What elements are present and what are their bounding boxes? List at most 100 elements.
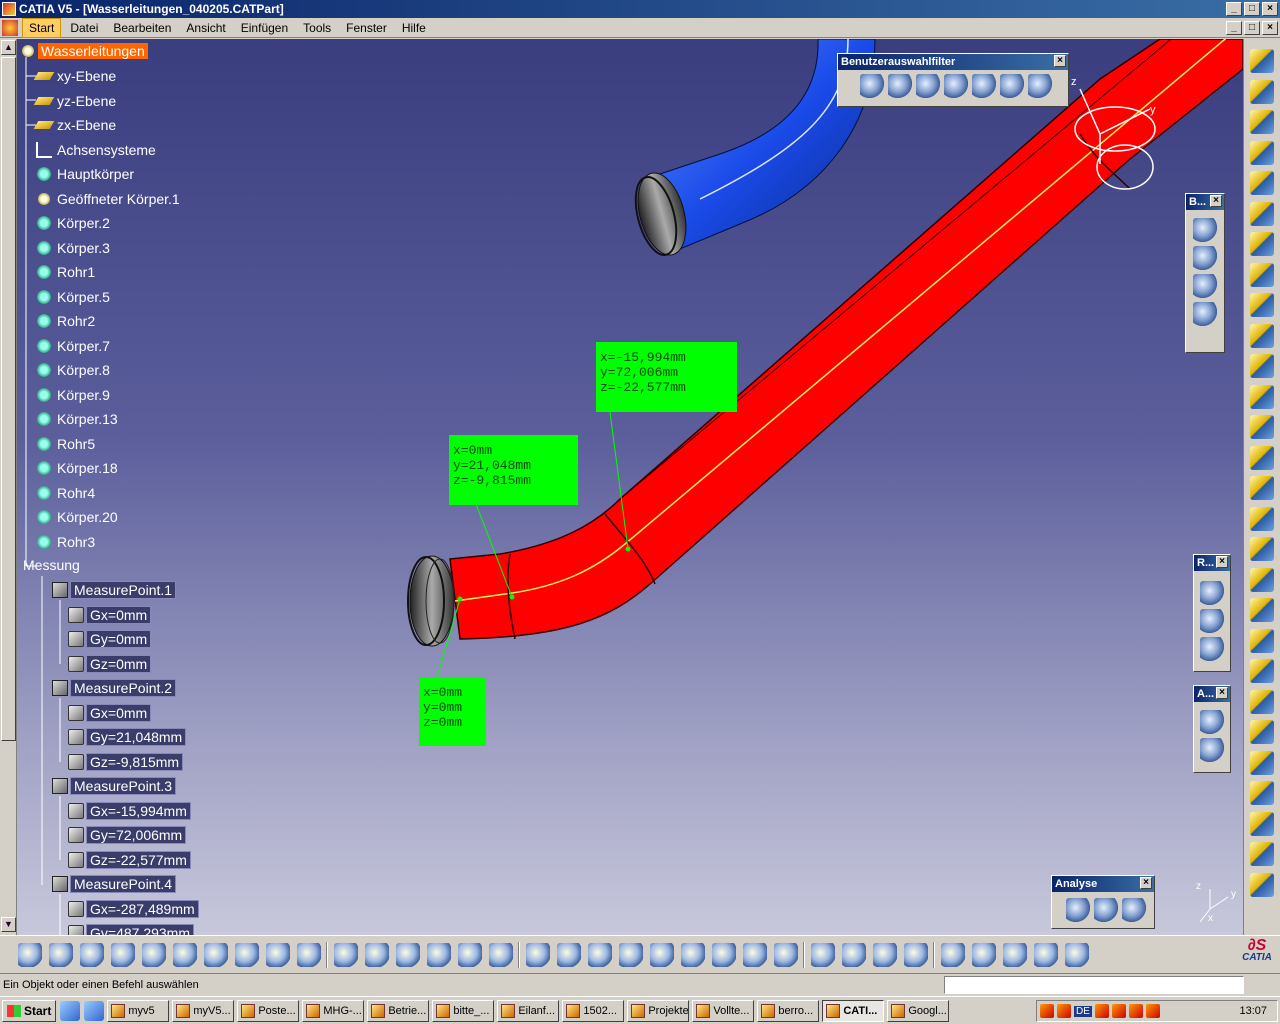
start-button[interactable]: Start xyxy=(2,999,57,1022)
table-icon[interactable] xyxy=(427,943,451,967)
menu-ansicht[interactable]: Ansicht xyxy=(180,19,231,37)
tray-volume-icon[interactable] xyxy=(1128,1004,1143,1018)
remove-icon[interactable] xyxy=(1193,274,1217,298)
tree-node[interactable]: Rohr4 xyxy=(36,483,98,503)
shaft-icon[interactable] xyxy=(1250,201,1274,226)
menu-einfuegen[interactable]: Einfügen xyxy=(235,19,294,37)
split-icon[interactable] xyxy=(1250,628,1274,653)
boolean-toolbar-close-icon[interactable]: × xyxy=(1210,195,1222,207)
copy-icon[interactable] xyxy=(173,943,197,967)
sew-surface-icon[interactable] xyxy=(1250,720,1274,744)
tree-measure-parameter[interactable]: Gy=0mm xyxy=(68,629,152,649)
taskbar-task[interactable]: Projekte xyxy=(627,999,690,1022)
tree-node[interactable]: Körper.5 xyxy=(36,287,113,307)
cut-icon[interactable] xyxy=(142,943,166,967)
removed-multi-section-icon[interactable] xyxy=(1250,415,1274,439)
chamfer-icon[interactable] xyxy=(1250,476,1274,500)
thick-surface-icon[interactable] xyxy=(1250,659,1274,683)
law-icon[interactable] xyxy=(396,943,420,967)
menu-hilfe[interactable]: Hilfe xyxy=(396,19,432,37)
tree-measure-parameter[interactable]: Gz=-9,815mm xyxy=(68,752,184,772)
multi-view-icon[interactable] xyxy=(712,943,736,967)
rib-icon[interactable] xyxy=(1250,293,1274,317)
tree-node[interactable]: xy-Ebene xyxy=(33,66,119,86)
shell-icon[interactable] xyxy=(1250,537,1274,561)
undo-icon[interactable] xyxy=(235,943,259,967)
boolean-operations-toolbar[interactable]: B... × xyxy=(1185,193,1225,353)
tray-update-icon[interactable] xyxy=(1145,1004,1160,1018)
sketcher-icon[interactable] xyxy=(1250,49,1274,73)
sketch-icon[interactable] xyxy=(1250,110,1274,134)
tree-node[interactable]: zx-Ebene xyxy=(33,115,119,135)
redo-icon[interactable] xyxy=(266,943,290,967)
analyse-toolbar-close-icon[interactable]: × xyxy=(1140,877,1152,889)
open-icon[interactable] xyxy=(49,943,73,967)
analyse-toolbar[interactable]: Analyse × xyxy=(1051,875,1155,929)
pan-icon[interactable] xyxy=(557,943,581,967)
multi-section-solid-icon[interactable] xyxy=(1250,384,1274,409)
pattern-icon[interactable] xyxy=(1250,811,1274,836)
taskbar-task[interactable]: MHG-... xyxy=(302,999,365,1022)
command-input[interactable] xyxy=(944,976,1244,994)
flag-note-icon[interactable] xyxy=(1200,738,1224,762)
doc-close-button[interactable]: × xyxy=(1262,21,1278,35)
tree-scrollbar[interactable]: ▲ ▼ xyxy=(0,39,17,935)
annotations-toolbar[interactable]: A... × xyxy=(1193,685,1231,773)
catalog-icon[interactable] xyxy=(1065,943,1089,967)
scroll-down-arrow-icon[interactable]: ▼ xyxy=(1,917,16,932)
thread-icon[interactable] xyxy=(1250,598,1274,622)
taskbar-task[interactable]: myV5... xyxy=(172,999,235,1022)
doc-maximize-button[interactable]: □ xyxy=(1244,21,1260,35)
tray-network-icon[interactable] xyxy=(1094,1004,1109,1018)
quick-launch-desktop-icon[interactable] xyxy=(60,1000,81,1021)
select-arrow-icon[interactable] xyxy=(1250,79,1274,104)
quick-select-icon[interactable] xyxy=(1028,74,1052,98)
print-icon[interactable] xyxy=(111,943,135,967)
tree-measure-point[interactable]: MeasurePoint.2 xyxy=(52,678,177,698)
grid-icon[interactable] xyxy=(1034,943,1058,967)
draft-icon[interactable] xyxy=(1250,506,1274,531)
tree-measure-parameter[interactable]: Gx=0mm xyxy=(68,605,152,625)
taskbar-task[interactable]: myv5 xyxy=(107,999,170,1022)
slot-icon[interactable] xyxy=(1250,323,1274,348)
taskbar-task[interactable]: 1502... xyxy=(562,999,625,1022)
tree-node[interactable]: Rohr3 xyxy=(36,532,98,552)
save-icon[interactable] xyxy=(80,943,104,967)
menu-bearbeiten[interactable]: Bearbeiten xyxy=(107,19,177,37)
normal-view-icon[interactable] xyxy=(681,943,705,967)
3d-viewport[interactable]: z y z y x x=0mm y=0mm z=0mm x=0mm y=21,0… xyxy=(0,39,1243,935)
filter-toolbar-close-icon[interactable]: × xyxy=(1054,55,1066,67)
thread-analysis-icon[interactable] xyxy=(1122,898,1146,922)
taskbar-task[interactable]: CATI... xyxy=(822,999,885,1022)
tree-node[interactable]: Rohr2 xyxy=(36,311,98,331)
thickness-icon[interactable] xyxy=(1250,567,1274,592)
edge-fillet-icon[interactable] xyxy=(1250,445,1274,470)
tree-node[interactable]: Körper.13 xyxy=(36,409,121,429)
tree-measure-point[interactable]: MeasurePoint.3 xyxy=(52,776,177,796)
menu-datei[interactable]: Datei xyxy=(64,19,104,37)
new-icon[interactable] xyxy=(18,943,42,967)
tree-root-wasserleitungen[interactable]: Wasserleitungen xyxy=(20,41,148,61)
taskbar-task[interactable]: Eilanf... xyxy=(497,999,560,1022)
curvature-analysis-icon[interactable] xyxy=(1094,898,1118,922)
constraint-icon[interactable] xyxy=(1250,872,1274,897)
tree-measure-parameter[interactable]: Gy=487,293mm xyxy=(68,923,194,935)
knowledge-icon[interactable] xyxy=(365,943,389,967)
tree-node[interactable]: Geöffneter Körper.1 xyxy=(36,189,183,209)
taskbar-task[interactable]: Betrie... xyxy=(367,999,430,1022)
assemble-icon[interactable] xyxy=(1193,218,1217,242)
taskbar-task[interactable]: Vollte... xyxy=(692,999,755,1022)
axis-icon[interactable] xyxy=(972,943,996,967)
tray-ati-icon[interactable] xyxy=(1057,1004,1071,1018)
tray-language-indicator[interactable]: DE xyxy=(1074,1005,1092,1017)
hide-icon[interactable] xyxy=(811,943,835,967)
pad-icon[interactable] xyxy=(1250,140,1274,165)
close-button[interactable]: × xyxy=(1262,2,1278,16)
tree-measure-parameter[interactable]: Gx=0mm xyxy=(68,703,152,723)
tree-measure-parameter[interactable]: Gy=21,048mm xyxy=(68,727,187,747)
menu-fenster[interactable]: Fenster xyxy=(340,19,393,37)
hide-show-icon[interactable] xyxy=(489,943,513,967)
hole-icon[interactable] xyxy=(1250,262,1274,287)
lock-icon[interactable] xyxy=(458,943,482,967)
groove-icon[interactable] xyxy=(1250,232,1274,256)
